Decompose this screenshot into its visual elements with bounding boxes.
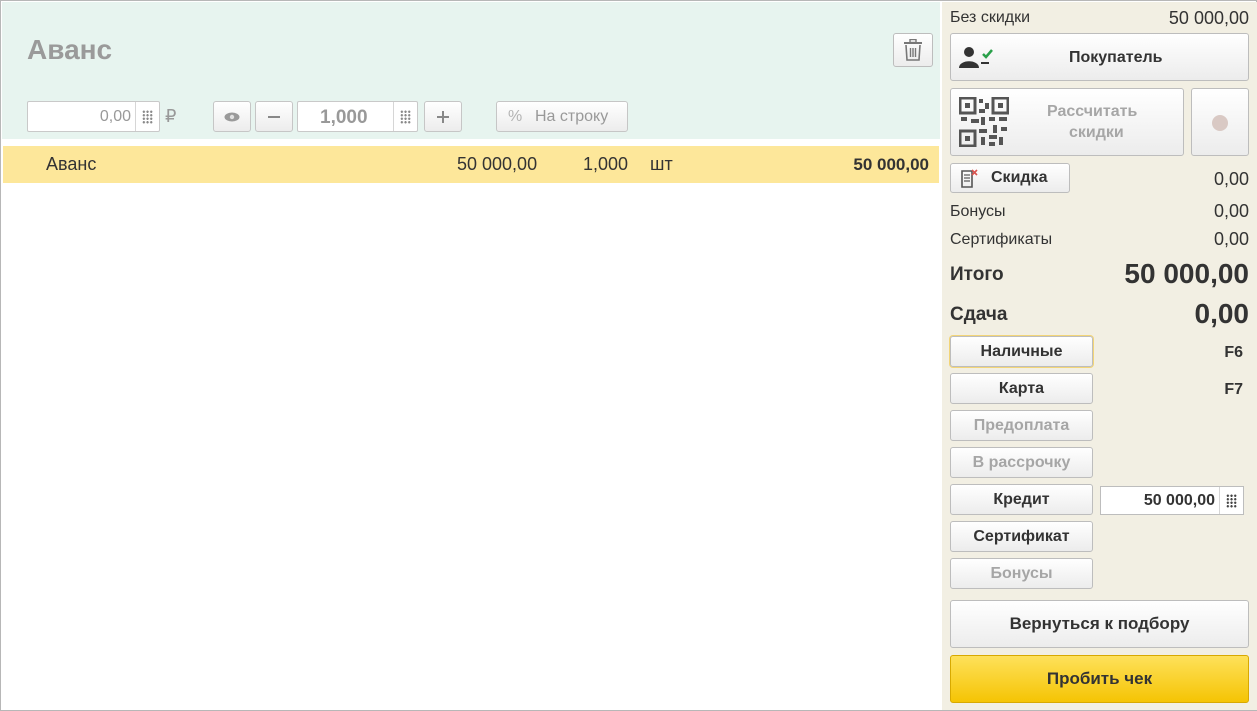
discount-button[interactable]: Скидка — [950, 163, 1070, 193]
window-frame: Аванс 0,00 ₽ 1,000 % На строку Аванс 50 … — [0, 0, 1257, 711]
change-label: Сдача — [950, 304, 1008, 325]
credit-keypad-button[interactable] — [1219, 487, 1243, 514]
user-check-icon — [959, 47, 993, 68]
qty-keypad-button[interactable] — [393, 102, 417, 131]
no-discount-value: 50 000,00 — [1168, 8, 1249, 28]
delete-button[interactable] — [893, 33, 933, 67]
bonuses-payment-button[interactable]: Бонусы — [950, 558, 1093, 589]
payment-sidebar: Без скидки 50 000,00 Покупатель Рассчита… — [942, 2, 1257, 710]
receipt-discount-icon — [961, 169, 978, 188]
change-value: 0,00 — [1194, 298, 1250, 329]
cash-shortcut: F6 — [1224, 344, 1243, 361]
per-line-discount-button[interactable]: % На строку — [496, 101, 628, 132]
keypad-icon — [1226, 493, 1237, 508]
currency-symbol: ₽ — [165, 106, 177, 126]
bonuses-value: 0,00 — [1213, 201, 1249, 221]
header-panel: Аванс 0,00 ₽ 1,000 % На строку — [2, 2, 940, 139]
print-receipt-button[interactable]: Пробить чек — [950, 655, 1249, 703]
keypad-icon — [142, 109, 153, 124]
card-payment-button[interactable]: Карта — [950, 373, 1093, 404]
qr-code-icon — [959, 97, 1009, 147]
item-unit: шт — [650, 154, 673, 174]
discount-label: Скидка — [991, 169, 1048, 186]
keypad-icon — [400, 109, 411, 124]
calc-discount-label-2: скидки — [1069, 124, 1124, 141]
eye-icon — [224, 112, 240, 121]
per-line-label: На строку — [535, 108, 609, 125]
minus-icon — [268, 115, 280, 118]
bonuses-label: Бонусы — [950, 203, 1006, 220]
prepayment-button[interactable]: Предоплата — [950, 410, 1093, 441]
item-qty: 1,000 — [583, 154, 629, 174]
item-name: Аванс — [46, 154, 97, 174]
discount-info-button[interactable] — [1191, 88, 1249, 156]
cash-payment-button[interactable]: Наличные — [950, 336, 1093, 367]
table-row[interactable]: Аванс 50 000,00 1,000 шт 50 000,00 — [3, 146, 939, 183]
price-value: 0,00 — [99, 108, 131, 125]
price-input[interactable]: 0,00 — [27, 101, 160, 132]
price-keypad-button[interactable] — [135, 102, 159, 131]
credit-amount-value: 50 000,00 — [1143, 492, 1215, 509]
item-sum: 50 000,00 — [853, 155, 929, 174]
decrease-qty-button[interactable] — [255, 101, 293, 132]
quantity-input[interactable]: 1,000 — [297, 101, 418, 132]
total-value: 50 000,00 — [1124, 258, 1249, 289]
no-discount-label: Без скидки — [950, 9, 1031, 26]
calc-discount-label-1: Рассчитать — [1047, 103, 1138, 120]
calculate-discounts-button[interactable]: Рассчитать скидки — [950, 88, 1184, 156]
certificates-value: 0,00 — [1213, 229, 1249, 249]
card-shortcut: F7 — [1224, 381, 1243, 398]
document-area: Аванс 0,00 ₽ 1,000 % На строку Аванс 50 … — [2, 2, 940, 710]
quantity-value: 1,000 — [320, 107, 368, 128]
certificate-payment-button[interactable]: Сертификат — [950, 521, 1093, 552]
percent-icon: % — [508, 108, 523, 125]
installment-button[interactable]: В рассрочку — [950, 447, 1093, 478]
discount-value: 0,00 — [1213, 169, 1249, 189]
back-to-selection-button[interactable]: Вернуться к подбору — [950, 600, 1249, 648]
credit-payment-button[interactable]: Кредит — [950, 484, 1093, 515]
percent-badge-icon — [1212, 115, 1228, 131]
plus-icon — [437, 110, 449, 123]
buyer-button[interactable]: Покупатель — [950, 33, 1249, 81]
view-button[interactable] — [213, 101, 251, 132]
increase-qty-button[interactable] — [424, 101, 462, 132]
total-label: Итого — [950, 264, 1004, 285]
page-title: Аванс — [27, 34, 113, 65]
credit-amount-input[interactable]: 50 000,00 — [1100, 486, 1244, 515]
certificates-label: Сертификаты — [950, 231, 1053, 248]
trash-icon — [904, 39, 922, 61]
buyer-label: Покупатель — [1069, 49, 1163, 66]
item-price: 50 000,00 — [457, 154, 538, 174]
